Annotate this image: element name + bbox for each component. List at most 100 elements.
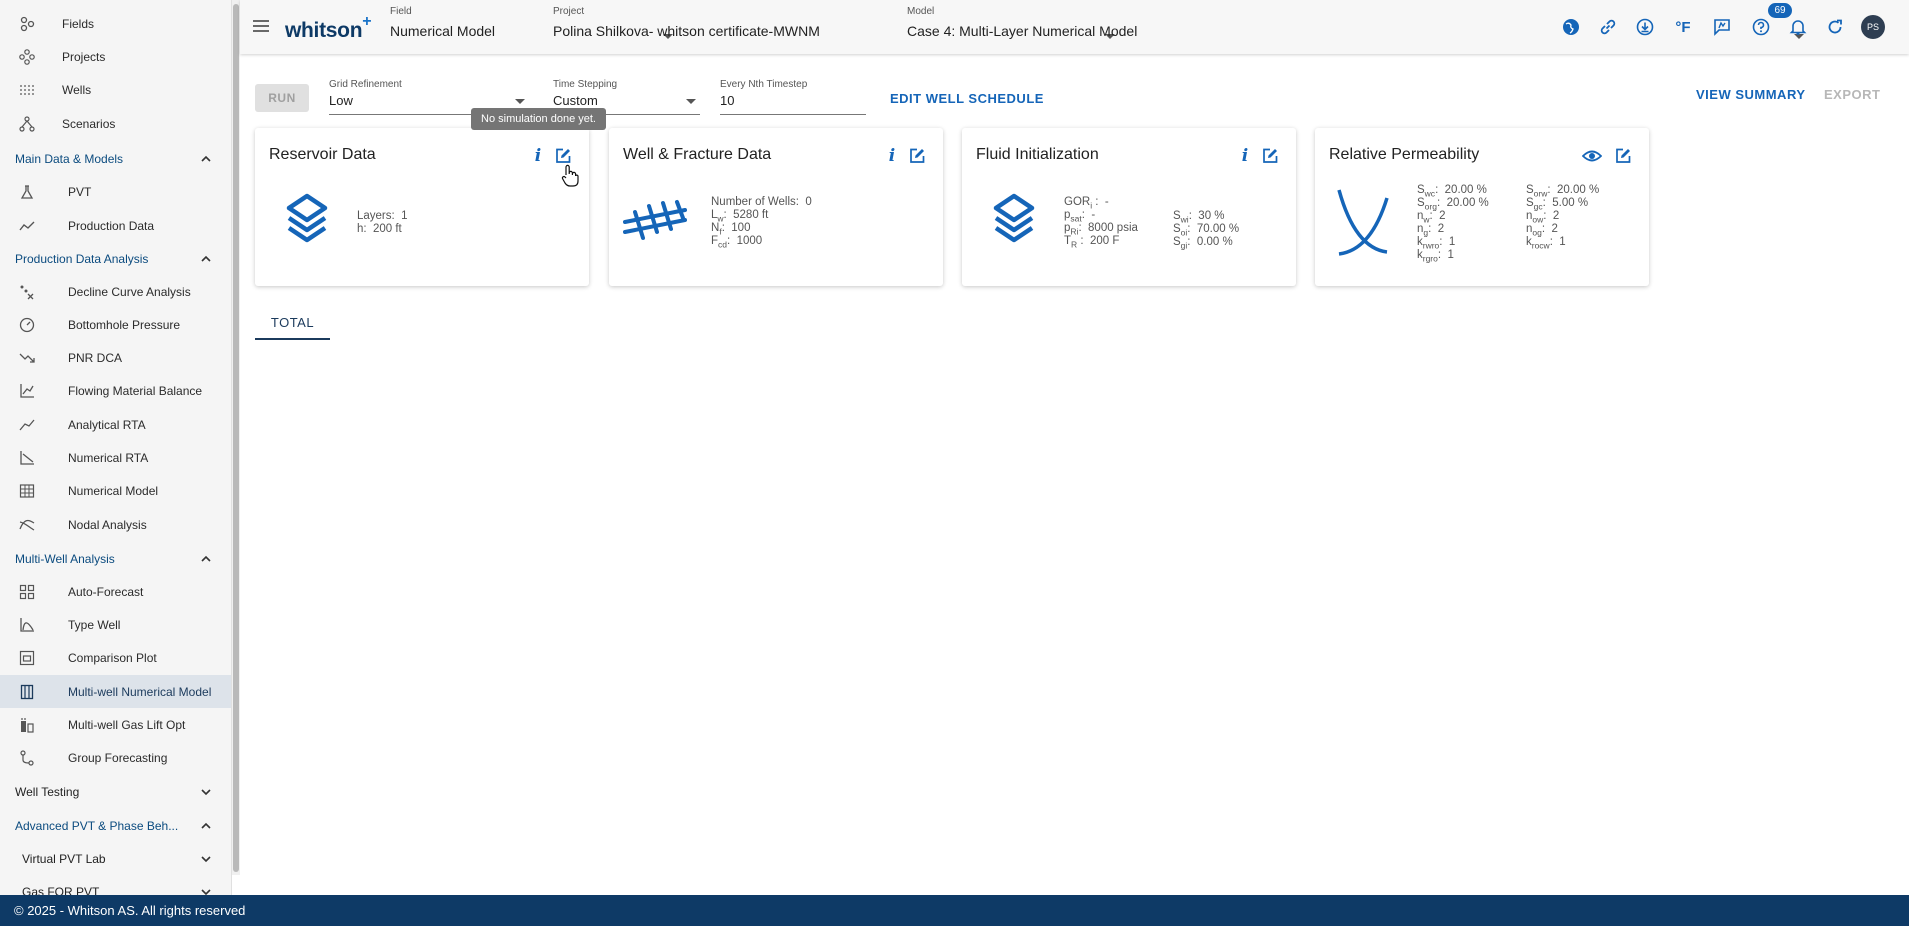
layers-value: Layers: 1 (357, 210, 408, 222)
fluid-initialization-card: Fluid Initialization i GORi : - psat: - … (962, 128, 1296, 286)
section-well-testing[interactable]: Well Testing (0, 775, 231, 808)
sidebar-item-pvt[interactable]: PVT (0, 175, 231, 208)
menu-icon[interactable] (252, 17, 270, 35)
sidebar-item-virtual-pvt-lab[interactable]: Virtual PVT Lab (0, 842, 231, 875)
edit-icon[interactable] (907, 146, 927, 166)
comparison-icon (18, 649, 36, 667)
globe-icon[interactable] (1559, 15, 1583, 39)
sidebar-item-production-data[interactable]: Production Data (0, 209, 231, 242)
link-icon[interactable] (1596, 15, 1620, 39)
sidebar-item-comparison-plot[interactable]: Comparison Plot (0, 641, 231, 674)
logo-plus: + (362, 13, 372, 30)
info-icon[interactable]: i (882, 146, 902, 166)
fields-icon (18, 15, 36, 33)
refresh-icon[interactable] (1823, 15, 1847, 39)
sidebar-item-group-forecasting[interactable]: Group Forecasting (0, 741, 231, 774)
info-icon[interactable]: i (528, 146, 548, 166)
section-label: Well Testing (15, 784, 80, 799)
number-of-wells-value: Number of Wells: 0 (711, 196, 812, 208)
field-select[interactable]: Field Numerical Model (390, 6, 673, 46)
view-summary-button[interactable]: VIEW SUMMARY (1696, 87, 1806, 102)
feedback-icon[interactable] (1710, 15, 1734, 39)
edit-icon[interactable] (553, 146, 573, 166)
sidebar-item-scenarios[interactable]: Scenarios (0, 107, 231, 140)
krocw-value: krocw: 1 (1526, 236, 1566, 251)
sidebar-item-type-well[interactable]: Type Well (0, 608, 231, 641)
chevron-down-icon (201, 888, 211, 895)
dropdown-arrow-icon (686, 99, 696, 104)
sidebar-item-label: Type Well (68, 617, 121, 632)
model-select[interactable]: Model Case 4: Multi-Layer Numerical Mode… (907, 6, 1804, 46)
gauge-icon (18, 316, 36, 334)
sidebar-item-flowing-material-balance[interactable]: Flowing Material Balance (0, 374, 231, 407)
section-production-data-analysis[interactable]: Production Data Analysis (0, 242, 231, 275)
chevron-down-icon (201, 788, 211, 795)
edit-icon[interactable] (1260, 146, 1280, 166)
section-advanced-pvt[interactable]: Advanced PVT & Phase Beh... (0, 809, 231, 842)
nth-timestep-value[interactable]: 10 (720, 93, 866, 108)
sidebar-item-label: Analytical RTA (68, 417, 146, 432)
temperature-unit-icon[interactable]: °F (1671, 15, 1695, 39)
layers-icon (286, 193, 328, 243)
chevron-up-icon (201, 255, 211, 262)
sidebar-item-fields[interactable]: Fields (0, 7, 231, 40)
tab-total[interactable]: TOTAL (255, 306, 330, 340)
section-multi-well-analysis[interactable]: Multi-Well Analysis (0, 542, 231, 575)
help-icon[interactable] (1749, 15, 1773, 39)
app-header: whitson+ Field Numerical Model Project P… (240, 0, 1909, 54)
sidebar-item-pnr-dca[interactable]: PNR DCA (0, 341, 231, 374)
sidebar-item-numerical-model[interactable]: Numerical Model (0, 474, 231, 507)
download-icon[interactable] (1633, 15, 1657, 39)
type-well-icon (18, 616, 36, 634)
card-title: Relative Permeability (1329, 146, 1480, 163)
sidebar-item-label: PNR DCA (68, 350, 123, 365)
sidebar-item-projects[interactable]: Projects (0, 40, 231, 73)
sidebar-item-decline-curve-analysis[interactable]: Decline Curve Analysis (0, 275, 231, 308)
avatar[interactable]: PS (1861, 15, 1885, 39)
info-icon[interactable]: i (1235, 146, 1255, 166)
sidebar-item-gas-for-pvt[interactable]: Gas FOR PVT (0, 875, 231, 896)
app-logo[interactable]: whitson+ (285, 13, 372, 43)
section-label: Main Data & Models (15, 151, 124, 166)
sidebar-item-wells[interactable]: Wells (0, 73, 231, 106)
export-button[interactable]: EXPORT (1824, 87, 1880, 102)
sidebar-item-label: Production Data (68, 218, 155, 233)
sidebar-item-label: Virtual PVT Lab (22, 851, 106, 866)
sidebar-item-analytical-rta[interactable]: Analytical RTA (0, 408, 231, 441)
sidebar-item-numerical-rta[interactable]: Numerical RTA (0, 441, 231, 474)
trending-down-icon (18, 349, 36, 367)
footer: © 2025 - Whitson AS. All rights reserved (0, 895, 1909, 926)
layers-icon (993, 193, 1035, 243)
edit-well-schedule-button[interactable]: EDIT WELL SCHEDULE (890, 91, 1044, 106)
project-select[interactable]: Project Polina Shilkova- whitson certifi… (553, 6, 1115, 46)
dropdown-arrow-icon (515, 99, 525, 104)
run-button[interactable]: RUN (255, 84, 309, 112)
eye-icon[interactable] (1582, 146, 1602, 166)
sgi-value: Sgi: 0.00 % (1173, 236, 1233, 251)
grid-refinement-caption: Grid Refinement (329, 79, 402, 90)
sidebar-item-nodal-analysis[interactable]: Nodal Analysis (0, 508, 231, 541)
sidebar-item-label: Comparison Plot (68, 650, 157, 665)
section-label: Production Data Analysis (15, 251, 149, 266)
section-main-data[interactable]: Main Data & Models (0, 142, 231, 175)
trend-icon (18, 217, 36, 235)
group-icon (18, 749, 36, 767)
scrollbar-thumb[interactable] (233, 4, 239, 872)
edit-icon[interactable] (1613, 146, 1633, 166)
sidebar-item-label: Decline Curve Analysis (68, 284, 191, 299)
logo-text: whitson (285, 19, 363, 42)
sidebar-item-bottomhole-pressure[interactable]: Bottomhole Pressure (0, 308, 231, 341)
chart-icon (18, 382, 36, 400)
sidebar-item-multi-well-numerical-model[interactable]: Multi-well Numerical Model (0, 675, 231, 708)
sidebar-item-label: Nodal Analysis (68, 517, 147, 532)
sidebar-item-auto-forecast[interactable]: Auto-Forecast (0, 575, 231, 608)
sidebar-scrollbar[interactable] (232, 0, 240, 875)
nth-timestep-input[interactable]: Every Nth Timestep 10 (720, 79, 866, 115)
sidebar-item-multi-well-gas-lift-opt[interactable]: Multi-well Gas Lift Opt (0, 708, 231, 741)
bell-icon[interactable] (1786, 15, 1810, 39)
projects-icon (18, 48, 36, 66)
gas-lift-icon (18, 716, 36, 734)
nodal-icon (18, 516, 36, 534)
sidebar-item-label: Gas FOR PVT (22, 884, 100, 896)
grid-model-icon (18, 482, 36, 500)
